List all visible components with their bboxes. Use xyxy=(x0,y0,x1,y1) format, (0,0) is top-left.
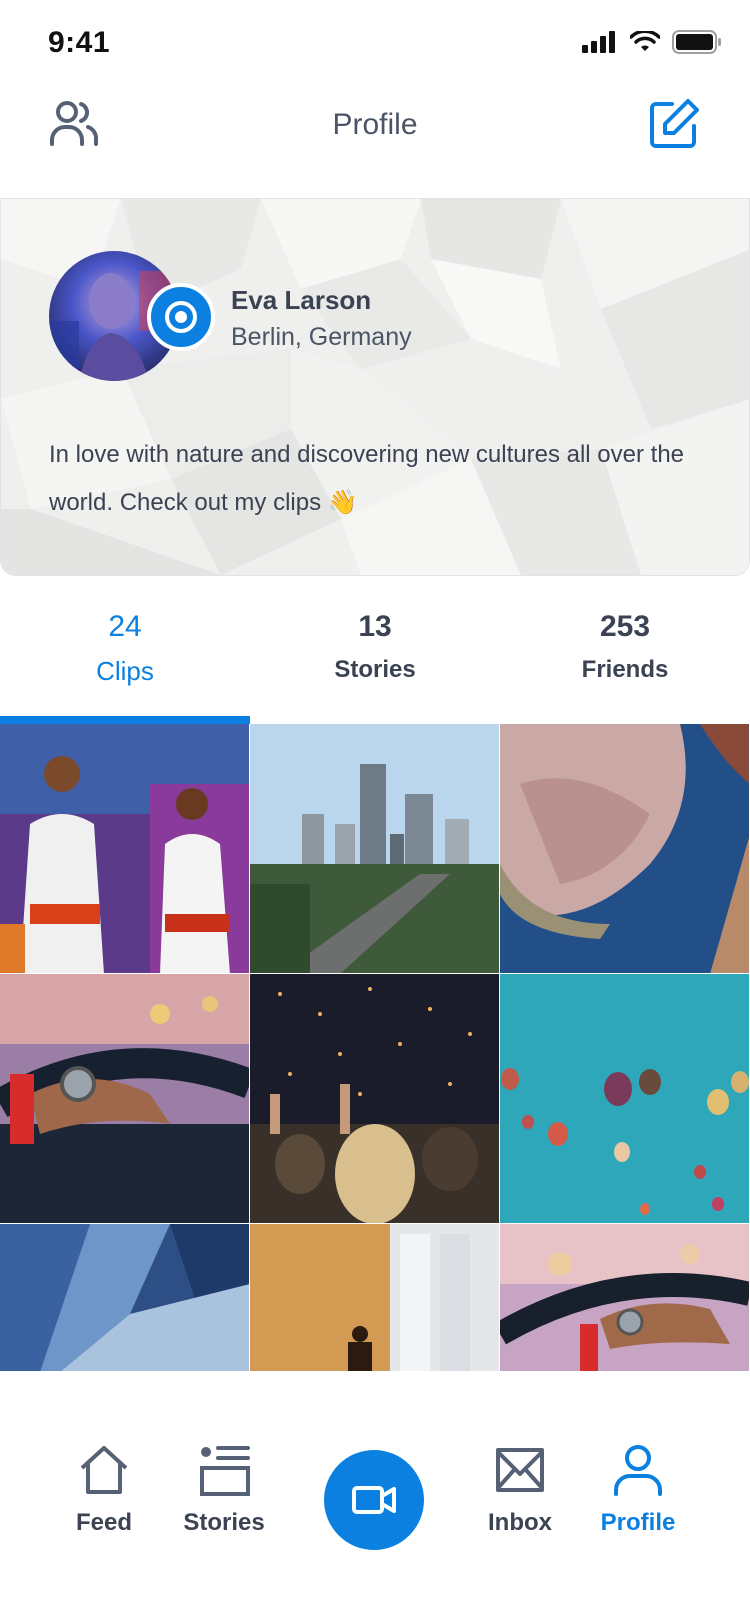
tab-profile[interactable]: Profile xyxy=(578,1442,698,1537)
top-navigation: Profile xyxy=(0,88,750,198)
stat-friends-value: 253 xyxy=(599,610,651,643)
clip-thumbnail[interactable] xyxy=(500,724,750,974)
profile-location: Berlin, Germany xyxy=(231,323,412,351)
avatar-wrapper xyxy=(49,251,215,381)
mail-icon xyxy=(496,1448,544,1492)
tab-stories[interactable]: Stories xyxy=(164,1442,284,1537)
clip-thumbnail[interactable] xyxy=(250,1224,500,1372)
stat-friends-label: Friends xyxy=(581,656,669,683)
video-camera-icon xyxy=(352,1486,396,1514)
clip-thumbnail[interactable] xyxy=(0,724,250,974)
bottom-tab-bar: Feed Stories Inbox Profile xyxy=(0,1372,750,1624)
hallway-silhouette-photo xyxy=(250,1224,499,1371)
hot-air-balloons-photo xyxy=(500,974,749,1223)
wifi-icon xyxy=(630,31,660,51)
status-icons xyxy=(582,30,722,54)
tab-inbox[interactable]: Inbox xyxy=(460,1442,580,1537)
profile-header: Eva Larson Berlin, Germany In love with … xyxy=(0,198,750,576)
status-bar: 9:41 xyxy=(0,0,750,88)
clip-thumbnail[interactable] xyxy=(250,724,500,974)
stat-clips-value: 24 xyxy=(108,610,142,643)
target-icon xyxy=(165,301,197,333)
profile-bio: In love with nature and discovering new … xyxy=(49,441,685,516)
driving-wheel-photo xyxy=(0,974,249,1223)
clip-thumbnail[interactable] xyxy=(0,974,250,1224)
stat-stories-label: Stories xyxy=(334,656,416,683)
tab-feed-label: Feed xyxy=(75,1509,132,1536)
status-time: 9:41 xyxy=(48,26,111,59)
stories-icon xyxy=(200,1446,250,1496)
page-title: Profile xyxy=(332,108,418,141)
clips-grid xyxy=(0,724,750,1372)
clip-thumbnail[interactable] xyxy=(500,974,750,1224)
stat-stories-value: 13 xyxy=(358,610,392,643)
stat-friends[interactable]: 253 Friends xyxy=(500,574,750,714)
battery-icon xyxy=(672,30,721,54)
profile-name: Eva Larson xyxy=(231,285,372,315)
dancers-photo xyxy=(0,724,249,973)
profile-stats: 24 Clips 13 Stories 253 Friends xyxy=(0,574,750,714)
record-button[interactable] xyxy=(324,1450,424,1550)
user-icon xyxy=(614,1445,662,1496)
tab-inbox-label: Inbox xyxy=(488,1509,552,1536)
tab-feed[interactable]: Feed xyxy=(44,1442,164,1537)
canyon-river-aerial-photo xyxy=(500,724,749,973)
city-skyline-photo xyxy=(250,724,499,973)
edit-icon xyxy=(650,99,699,148)
signal-icon xyxy=(582,31,615,53)
active-tab-indicator xyxy=(0,716,250,724)
clip-thumbnail[interactable] xyxy=(0,1224,250,1372)
tab-profile-label: Profile xyxy=(600,1509,676,1536)
stat-clips[interactable]: 24 Clips xyxy=(0,574,250,714)
edit-profile-button[interactable] xyxy=(642,92,706,156)
clip-thumbnail[interactable] xyxy=(500,1224,750,1372)
stat-stories[interactable]: 13 Stories xyxy=(250,574,500,714)
home-icon xyxy=(80,1446,128,1494)
driving-sunset-photo xyxy=(500,1224,749,1371)
clip-thumbnail[interactable] xyxy=(250,974,500,1224)
stat-clips-label: Clips xyxy=(96,656,154,686)
tab-stories-label: Stories xyxy=(183,1509,265,1536)
verified-badge xyxy=(147,283,215,351)
concert-crowd-photo xyxy=(250,974,499,1223)
glass-building-photo xyxy=(0,1224,249,1371)
